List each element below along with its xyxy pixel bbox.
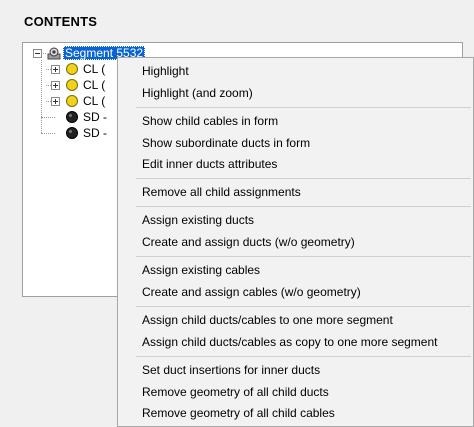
- menu-item-assign-existing-cables[interactable]: Assign existing cables: [142, 260, 471, 280]
- menu-item-create-assign-cables[interactable]: Create and assign cables (w/o geometry): [142, 282, 471, 302]
- context-menu: Highlight Highlight (and zoom) Show chil…: [117, 57, 474, 427]
- menu-item-edit-inner-ducts[interactable]: Edit inner ducts attributes: [142, 154, 471, 174]
- tree-node-duct[interactable]: SD -: [65, 109, 125, 125]
- menu-item-remove-child-assignments[interactable]: Remove all child assignments: [142, 182, 471, 202]
- menu-item-remove-geometry-ducts[interactable]: Remove geometry of all child ducts: [142, 382, 471, 402]
- menu-separator: [136, 178, 471, 179]
- menu-separator: [136, 206, 471, 207]
- tree-node-label: CL (: [83, 62, 106, 76]
- tree-connector: [41, 133, 55, 134]
- menu-item-show-subordinate-ducts[interactable]: Show subordinate ducts in form: [142, 133, 471, 153]
- tree-node-cable[interactable]: CL (: [65, 77, 125, 93]
- tree-node-duct[interactable]: SD -: [65, 125, 125, 141]
- yellow-circle-icon: [66, 79, 78, 91]
- tree-connector: [41, 117, 55, 118]
- menu-item-highlight[interactable]: Highlight: [142, 61, 471, 81]
- expand-toggle[interactable]: [51, 65, 60, 74]
- tree-node-label: SD -: [83, 126, 107, 140]
- tree-node-label: CL (: [83, 94, 106, 108]
- menu-item-set-duct-insertions[interactable]: Set duct insertions for inner ducts: [142, 360, 471, 380]
- menu-separator: [136, 306, 471, 307]
- menu-separator: [136, 256, 471, 257]
- expand-toggle[interactable]: [51, 97, 60, 106]
- tree-node-label: SD -: [83, 110, 107, 124]
- menu-item-create-assign-ducts[interactable]: Create and assign ducts (w/o geometry): [142, 232, 471, 252]
- panel-title: CONTENTS: [24, 14, 98, 29]
- yellow-circle-icon: [66, 63, 78, 75]
- expand-toggle[interactable]: [51, 81, 60, 90]
- black-circle-icon: [66, 127, 78, 139]
- segment-icon: [47, 47, 61, 60]
- menu-item-assign-existing-ducts[interactable]: Assign existing ducts: [142, 210, 471, 230]
- tree-connector: [41, 60, 42, 133]
- menu-item-assign-to-segment[interactable]: Assign child ducts/cables to one more se…: [142, 310, 471, 330]
- menu-separator: [136, 107, 471, 108]
- tree-node-label: CL (: [83, 78, 106, 92]
- collapse-toggle[interactable]: [33, 49, 42, 58]
- menu-item-assign-copy-to-segment[interactable]: Assign child ducts/cables as copy to one…: [142, 332, 471, 352]
- yellow-circle-icon: [66, 95, 78, 107]
- menu-item-highlight-zoom[interactable]: Highlight (and zoom): [142, 83, 471, 103]
- menu-separator: [136, 356, 471, 357]
- tree-node-cable[interactable]: CL (: [65, 61, 125, 77]
- black-circle-icon: [66, 111, 78, 123]
- menu-item-remove-geometry-cables[interactable]: Remove geometry of all child cables: [142, 403, 471, 423]
- tree-node-cable[interactable]: CL (: [65, 93, 125, 109]
- menu-item-show-child-cables[interactable]: Show child cables in form: [142, 111, 471, 131]
